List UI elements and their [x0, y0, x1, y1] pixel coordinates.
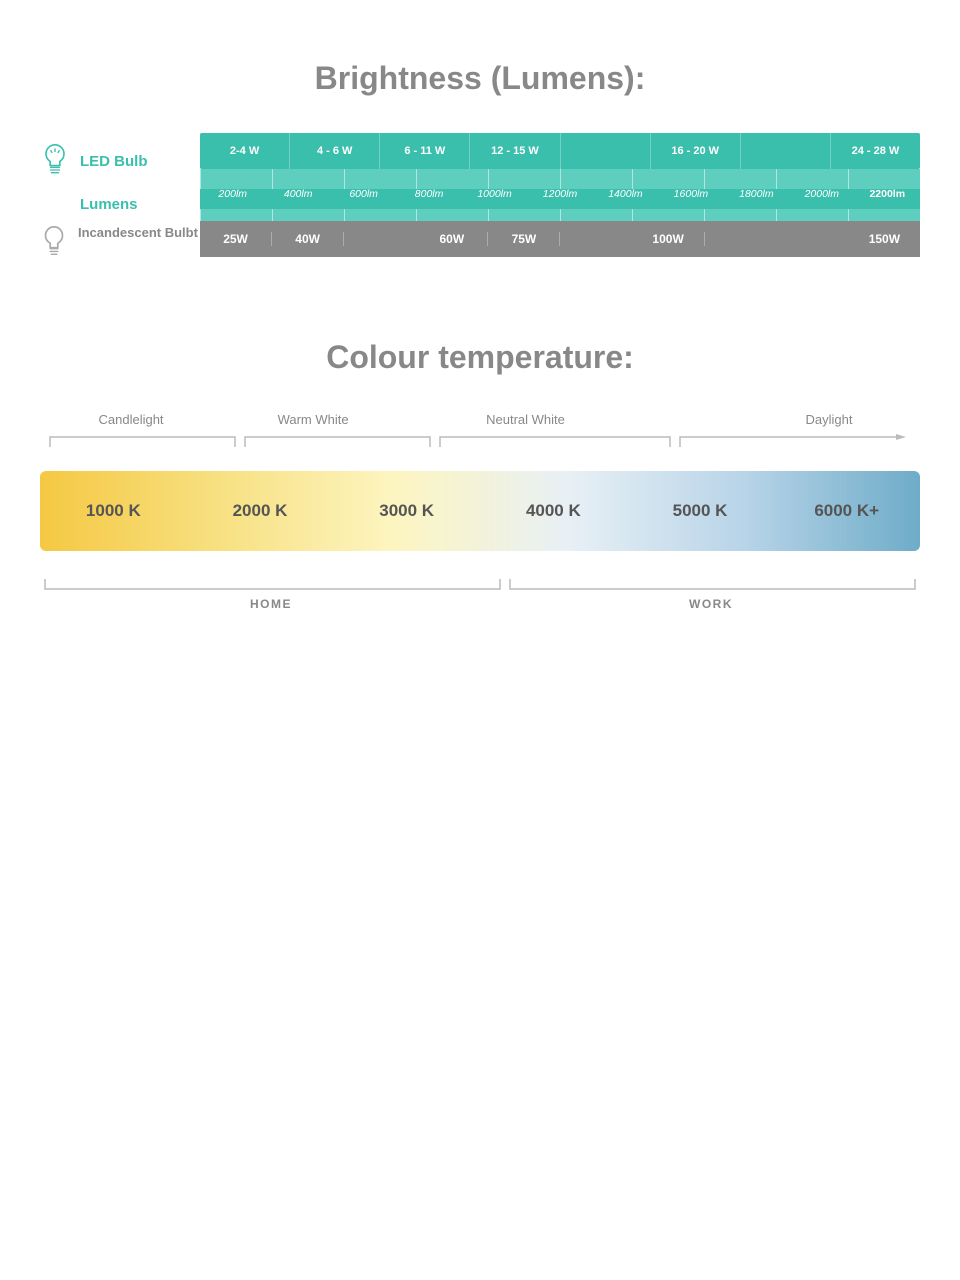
- colour-title: Colour temperature:: [40, 339, 920, 376]
- usage-work: WORK: [502, 597, 920, 611]
- temp-5000k: 5000 K: [627, 501, 774, 521]
- led-bulb-row: LED Bulb 2-4 W 4 - 6 W 6 - 11 W 12 - 15 …: [40, 133, 920, 189]
- temp-2000k: 2000 K: [187, 501, 334, 521]
- temp-category-labels: Candlelight Warm White Neutral White Day…: [40, 412, 920, 427]
- lumen-600: 600lm: [331, 188, 396, 200]
- category-brackets-svg: [40, 431, 920, 451]
- usage-section: HOME WORK: [40, 575, 920, 611]
- brightness-section: Brightness (Lumens): LED Bulb 2-: [40, 60, 920, 259]
- temp-1000k: 1000 K: [40, 501, 187, 521]
- incandescent-label: Incandescent Bulbt: [40, 219, 200, 259]
- colour-temperature-section: Colour temperature: Candlelight Warm Whi…: [40, 339, 920, 611]
- lumen-1600: 1600lm: [658, 188, 723, 200]
- brightness-title: Brightness (Lumens):: [40, 60, 920, 97]
- lumen-1000: 1000lm: [462, 188, 527, 200]
- inc-40w: 40W: [272, 232, 344, 246]
- temp-4000k: 4000 K: [480, 501, 627, 521]
- lumens-row: Lumens 200lm 400lm 600lm 800lm 1000lm 12…: [40, 189, 920, 219]
- watt-seg-6: 16 - 20 W: [651, 133, 741, 169]
- lumens-text: Lumens: [80, 196, 138, 213]
- category-candlelight: Candlelight: [40, 412, 222, 427]
- inc-25w: 25W: [200, 232, 272, 246]
- led-bulb-text: LED Bulb: [80, 153, 148, 170]
- usage-home: HOME: [40, 597, 502, 611]
- temp-6000k: 6000 K+: [773, 501, 920, 521]
- watt-seg-8: 24 - 28 W: [831, 133, 920, 169]
- lumen-2200: 2200lm: [855, 188, 920, 200]
- usage-brackets-svg: [40, 575, 920, 591]
- led-bulb-label: LED Bulb: [40, 143, 200, 179]
- led-wattage-area: 2-4 W 4 - 6 W 6 - 11 W 12 - 15 W 16 - 20…: [200, 133, 920, 189]
- watt-seg-4: 12 - 15 W: [470, 133, 560, 169]
- watt-seg-7: [741, 133, 831, 169]
- lumen-1200: 1200lm: [527, 188, 592, 200]
- incandescent-row: Incandescent Bulbt 25W 40W 60W 75W 100W …: [40, 219, 920, 259]
- temperature-gradient-bar: 1000 K 2000 K 3000 K 4000 K 5000 K 6000 …: [40, 471, 920, 551]
- inc-75w: 75W: [488, 232, 560, 246]
- tick-row-top: [200, 169, 920, 189]
- incandescent-bulb-icon: [40, 225, 68, 259]
- lumens-label: Lumens: [40, 196, 200, 213]
- lumen-800: 800lm: [396, 188, 461, 200]
- category-empty: [647, 412, 738, 427]
- watt-seg-1: 2-4 W: [200, 133, 290, 169]
- watt-seg-5: [561, 133, 651, 169]
- lumen-1800: 1800lm: [724, 188, 789, 200]
- watt-seg-3: 6 - 11 W: [380, 133, 470, 169]
- category-daylight: Daylight: [738, 412, 920, 427]
- incandescent-bar-area: 25W 40W 60W 75W 100W 150W: [200, 221, 920, 257]
- inc-100w: 100W: [633, 232, 705, 246]
- inc-150w: 150W: [849, 232, 920, 246]
- temp-3000k: 3000 K: [333, 501, 480, 521]
- lumen-2000: 2000lm: [789, 188, 854, 200]
- incandescent-wattage-bar: 25W 40W 60W 75W 100W 150W: [200, 221, 920, 257]
- lumen-200: 200lm: [200, 188, 265, 200]
- incandescent-text: Incandescent Bulbt: [78, 225, 198, 242]
- watt-seg-2: 4 - 6 W: [290, 133, 380, 169]
- led-wattage-bar: 2-4 W 4 - 6 W 6 - 11 W 12 - 15 W 16 - 20…: [200, 133, 920, 169]
- inc-60w: 60W: [416, 232, 488, 246]
- category-warm-white: Warm White: [222, 412, 404, 427]
- inc-segments: 25W 40W 60W 75W 100W 150W: [200, 221, 920, 257]
- lumen-400: 400lm: [265, 188, 330, 200]
- usage-brackets: [40, 575, 920, 591]
- usage-labels: HOME WORK: [40, 597, 920, 611]
- brightness-chart: LED Bulb 2-4 W 4 - 6 W 6 - 11 W 12 - 15 …: [40, 133, 920, 259]
- lumen-1400: 1400lm: [593, 188, 658, 200]
- category-neutral-white: Neutral White: [404, 412, 647, 427]
- wattage-segments: 2-4 W 4 - 6 W 6 - 11 W 12 - 15 W 16 - 20…: [200, 133, 920, 169]
- led-bulb-icon: [40, 143, 70, 179]
- bracket-row: [40, 431, 920, 451]
